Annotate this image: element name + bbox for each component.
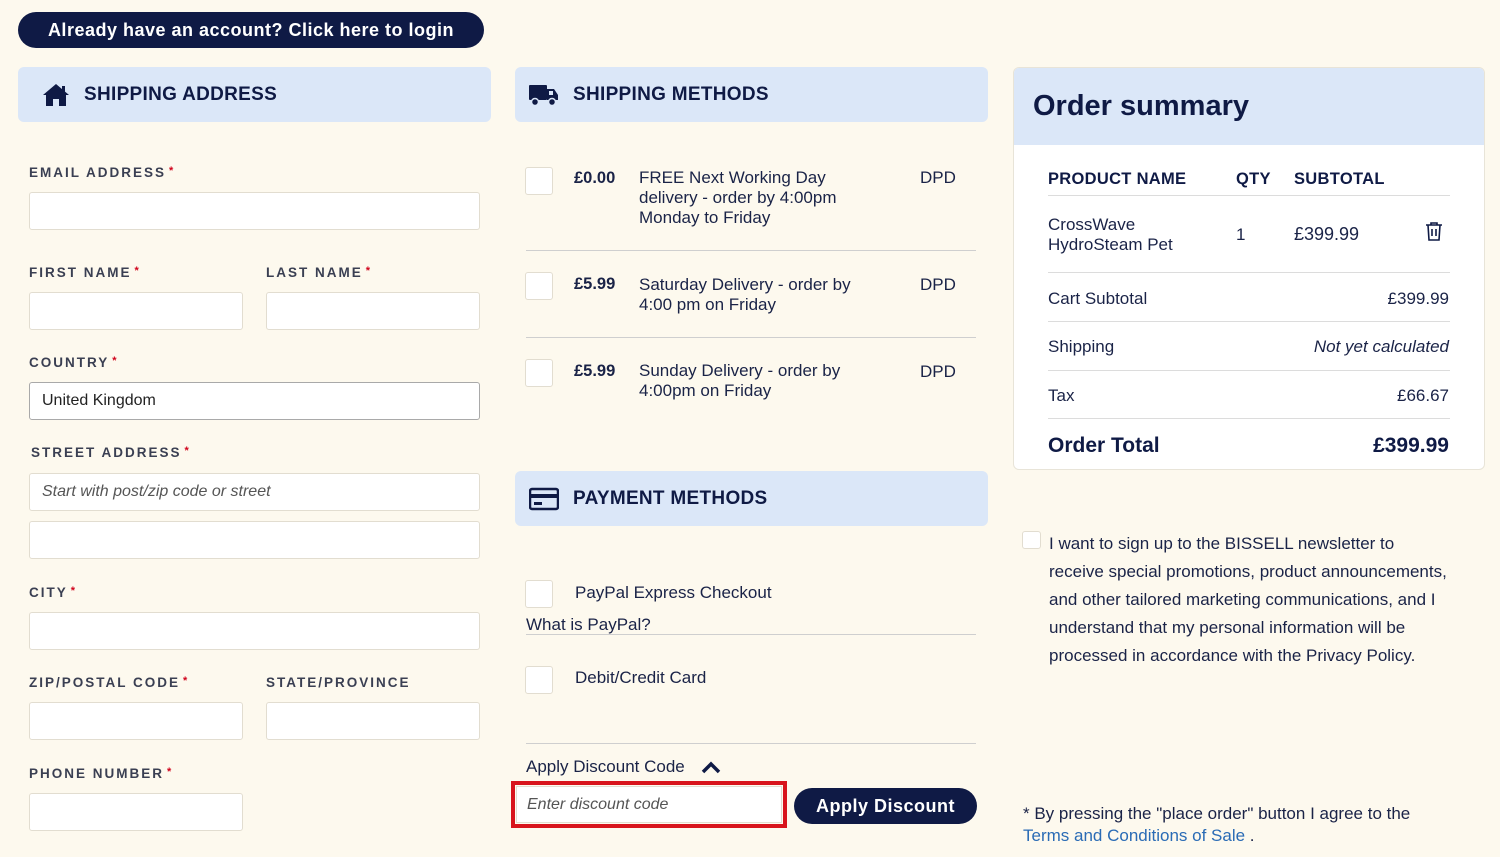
truck-icon [529, 84, 558, 106]
shipping-methods-title: SHIPPING METHODS [573, 83, 769, 105]
tax-value: £66.67 [1397, 386, 1449, 405]
home-icon [43, 83, 69, 106]
col-product-name: PRODUCT NAME [1048, 170, 1187, 188]
shipping-cost-value: Not yet calculated [1313, 337, 1449, 356]
cart-subtotal-value: £399.99 [1387, 289, 1449, 308]
shipping-carrier-3: DPD [920, 362, 956, 381]
paypal-radio[interactable] [525, 580, 553, 608]
trash-icon[interactable] [1425, 221, 1443, 241]
zip-label: ZIP/POSTAL CODE * [29, 675, 190, 690]
shipping-desc-1: FREE Next Working Day delivery - order b… [639, 168, 837, 227]
credit-card-icon [529, 487, 559, 510]
shipping-methods-header: SHIPPING METHODS [515, 67, 988, 122]
discount-toggle-label: Apply Discount Code [526, 757, 685, 776]
shipping-desc-3: Sunday Delivery - order by 4:00pm on Fri… [639, 361, 841, 400]
paypal-label: PayPal Express Checkout [575, 583, 772, 602]
shipping-price-3: £5.99 [574, 362, 616, 380]
shipping-price-1: £0.00 [574, 169, 616, 187]
col-subtotal: SUBTOTAL [1294, 170, 1385, 188]
city-input[interactable] [29, 612, 480, 650]
shipping-option-checkbox-2[interactable] [525, 272, 553, 300]
newsletter-checkbox[interactable] [1022, 531, 1041, 549]
divider [1048, 272, 1450, 273]
tax-label: Tax [1048, 386, 1075, 405]
product-name-line2: HydroSteam Pet [1048, 235, 1173, 254]
phone-input[interactable] [29, 793, 243, 831]
order-summary-title: Order summary [1033, 90, 1249, 122]
first-name-label: FIRST NAME * [29, 265, 141, 280]
city-label: CITY * [29, 585, 78, 600]
zip-input[interactable] [29, 702, 243, 740]
shipping-price-2: £5.99 [574, 275, 616, 293]
last-name-input[interactable] [266, 292, 480, 330]
first-name-input[interactable] [29, 292, 243, 330]
email-input[interactable] [29, 192, 480, 230]
product-name-line1: CrossWave [1048, 215, 1136, 234]
email-label: EMAIL ADDRESS * [29, 165, 176, 180]
state-label: STATE/PROVINCE [266, 675, 411, 690]
divider [1048, 321, 1450, 322]
order-summary-card: Order summary PRODUCT NAME QTY SUBTOTAL … [1013, 67, 1485, 470]
chevron-up-icon [701, 761, 721, 774]
product-name: CrossWave HydroSteam Pet [1048, 215, 1173, 255]
divider [526, 337, 976, 338]
divider [1048, 370, 1450, 371]
payment-methods-header: PAYMENT METHODS [515, 471, 988, 526]
divider [526, 250, 976, 251]
state-input[interactable] [266, 702, 480, 740]
country-label: COUNTRY * [29, 355, 119, 370]
phone-label: PHONE NUMBER * [29, 766, 174, 781]
card-radio[interactable] [525, 666, 553, 694]
street-label: STREET ADDRESS * [31, 445, 191, 460]
shipping-carrier-2: DPD [920, 275, 956, 294]
cart-subtotal-label: Cart Subtotal [1048, 289, 1148, 308]
divider [1048, 195, 1450, 196]
shipping-option-checkbox-1[interactable] [525, 167, 553, 195]
col-qty: QTY [1236, 170, 1271, 188]
terms-prefix: * By pressing the "place order" button I… [1023, 804, 1411, 823]
product-subtotal: £399.99 [1294, 224, 1360, 244]
shipping-address-title: SHIPPING ADDRESS [84, 83, 278, 105]
last-name-label: LAST NAME * [266, 265, 373, 280]
street-input-line1[interactable] [29, 473, 480, 511]
what-is-paypal-link[interactable]: What is PayPal? [526, 615, 651, 635]
discount-toggle[interactable]: Apply Discount Code [526, 757, 721, 777]
card-label: Debit/Credit Card [575, 668, 707, 687]
payment-methods-title: PAYMENT METHODS [573, 487, 768, 509]
apply-discount-button[interactable]: Apply Discount [794, 788, 977, 824]
shipping-option-checkbox-3[interactable] [525, 359, 553, 387]
divider [526, 743, 976, 744]
order-total-value: £399.99 [1373, 434, 1449, 457]
order-total-label: Order Total [1048, 434, 1160, 457]
product-qty: 1 [1236, 225, 1246, 244]
street-input-line2[interactable] [29, 521, 480, 559]
login-button[interactable]: Already have an account? Click here to l… [18, 12, 484, 48]
shipping-address-header: SHIPPING ADDRESS [18, 67, 491, 122]
discount-code-input[interactable] [516, 786, 782, 823]
shipping-desc-2: Saturday Delivery - order by 4:00 pm on … [639, 275, 851, 314]
country-select[interactable] [29, 382, 480, 420]
shipping-carrier-1: DPD [920, 168, 956, 187]
terms-link[interactable]: Terms and Conditions of Sale [1023, 826, 1245, 845]
terms-notice: * By pressing the "place order" button I… [1023, 804, 1463, 846]
newsletter-text: I want to sign up to the BISSELL newslet… [1049, 534, 1447, 665]
divider [1048, 418, 1450, 419]
shipping-cost-label: Shipping [1048, 337, 1115, 356]
divider [526, 634, 976, 635]
terms-suffix: . [1245, 826, 1255, 845]
